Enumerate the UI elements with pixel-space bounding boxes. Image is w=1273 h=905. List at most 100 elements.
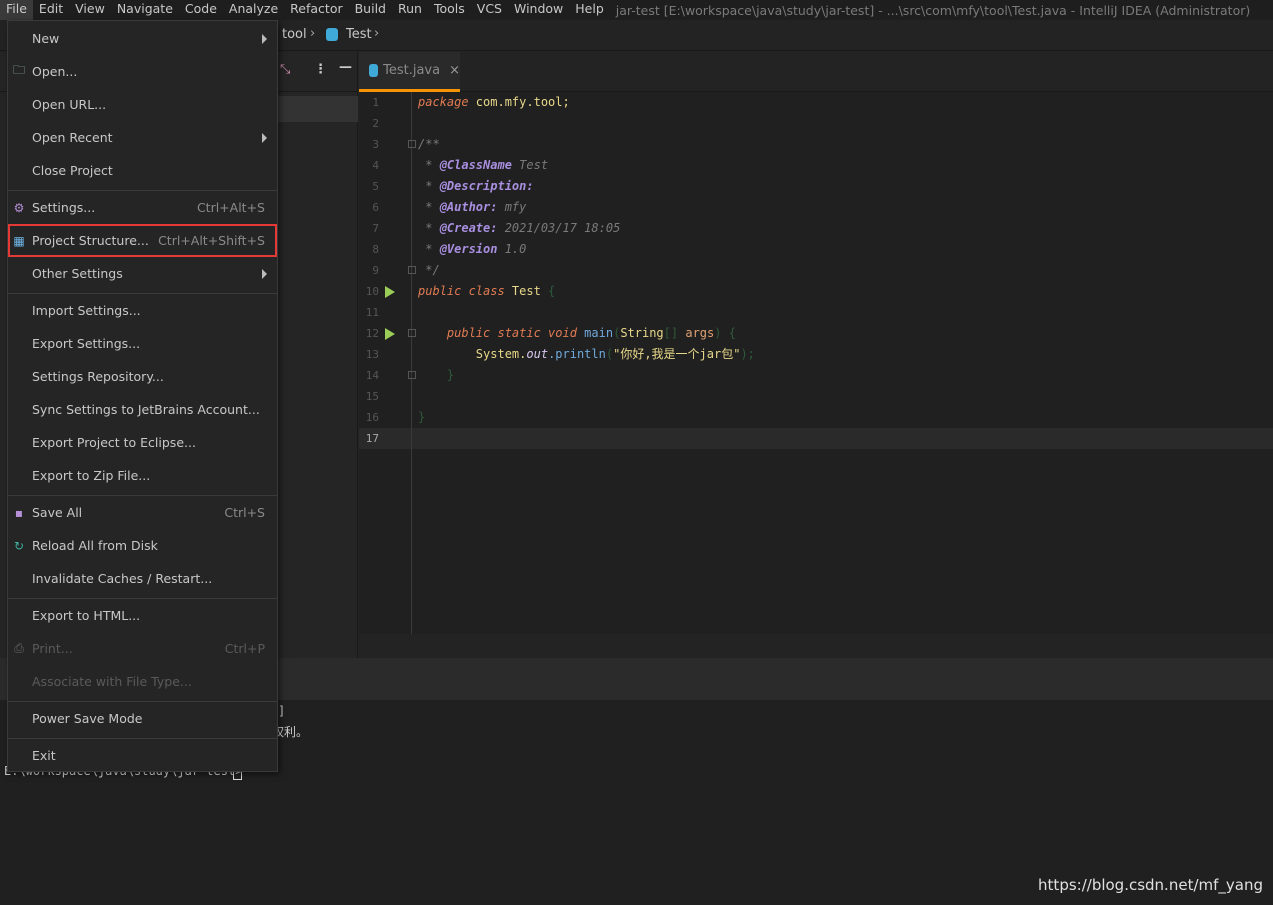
code-line: public static void main(String[] args) {	[418, 326, 736, 340]
menu-item-label: Sync Settings to JetBrains Account...	[32, 402, 260, 417]
line-number: 12	[365, 327, 379, 340]
shortcut: Ctrl+Alt+S	[196, 200, 265, 215]
code-editor[interactable]: 1 2 3 4 5 6 7 8 9 10 11 12 13 14 15 16 17 package com.mf…	[359, 92, 1273, 634]
menu-item-exit[interactable]: Exit	[8, 739, 277, 772]
menu-edit[interactable]: Edit	[33, 0, 69, 20]
menu-item-export-settings[interactable]: Export Settings...	[8, 327, 277, 360]
code-line: public class Test {	[418, 284, 556, 298]
menu-item-label: Export Settings...	[32, 336, 141, 351]
line-number: 5	[372, 180, 379, 193]
menu-item-open[interactable]: 🗀 Open...	[8, 55, 277, 88]
menu-item-other-settings[interactable]: Other Settings	[8, 257, 277, 290]
shortcut: Ctrl+S	[224, 505, 265, 520]
menu-bar: File Edit View Navigate Code Analyze Refactor B…	[0, 0, 1273, 20]
menu-code[interactable]: Code	[179, 0, 223, 20]
selected-tree-row[interactable]	[278, 96, 358, 122]
fold-icon[interactable]	[408, 140, 416, 148]
tab-test-java[interactable]: Test.java ×	[359, 52, 460, 92]
menu-item-label: Exit	[32, 748, 56, 763]
minimize-icon[interactable]: —	[339, 60, 352, 75]
line-number: 10	[365, 285, 379, 298]
fold-icon[interactable]	[408, 266, 416, 274]
java-class-icon	[326, 28, 338, 41]
menu-analyze[interactable]: Analyze	[223, 0, 284, 20]
menu-help[interactable]: Help	[569, 0, 610, 20]
gear-icon: ⚙	[13, 200, 25, 215]
line-number: 3	[372, 138, 379, 151]
menu-item-settings-repository[interactable]: Settings Repository...	[8, 360, 277, 393]
line-number: 8	[372, 243, 379, 256]
fold-icon[interactable]	[408, 371, 416, 379]
code-line: /**	[418, 137, 440, 151]
menu-build[interactable]: Build	[349, 0, 392, 20]
reload-icon: ↻	[13, 538, 25, 553]
code-line: }	[418, 368, 455, 382]
menu-item-new[interactable]: New	[8, 22, 277, 55]
menu-run[interactable]: Run	[392, 0, 428, 20]
more-options-icon[interactable]: ⋮	[314, 62, 327, 77]
menu-item-label: Close Project	[32, 163, 113, 178]
menu-item-label: Other Settings	[32, 266, 123, 281]
line-number: 15	[365, 390, 379, 403]
menu-refactor[interactable]: Refactor	[284, 0, 348, 20]
menu-item-label: Open...	[32, 64, 78, 79]
watermark: https://blog.csdn.net/mf_yang	[1038, 876, 1263, 894]
breadcrumb-tool[interactable]: tool	[282, 27, 307, 42]
menu-file[interactable]: File	[0, 0, 33, 20]
menu-tools[interactable]: Tools	[428, 0, 471, 20]
menu-item-print[interactable]: ⎙ Print... Ctrl+P	[8, 632, 277, 665]
menu-item-label: Export Project to Eclipse...	[32, 435, 196, 450]
run-icon[interactable]	[385, 286, 395, 298]
java-class-icon	[369, 64, 379, 77]
chevron-right-icon: ›	[374, 26, 380, 41]
menu-vcs[interactable]: VCS	[471, 0, 508, 20]
code-line: * @Author: mfy	[418, 200, 527, 214]
line-number: 2	[372, 117, 379, 130]
line-number: 14	[365, 369, 379, 382]
menu-item-reload-all-from-disk[interactable]: ↻ Reload All from Disk	[8, 529, 277, 562]
menu-item-open-url[interactable]: Open URL...	[8, 88, 277, 121]
menu-item-save-all[interactable]: ▪ Save All Ctrl+S	[8, 496, 277, 529]
menu-item-label: Import Settings...	[32, 303, 141, 318]
menu-item-label: Save All	[32, 505, 83, 520]
line-number: 17	[365, 432, 379, 445]
menu-item-export-project-to-eclipse[interactable]: Export Project to Eclipse...	[8, 426, 277, 459]
menu-item-label: Reload All from Disk	[32, 538, 158, 553]
menu-item-open-recent[interactable]: Open Recent	[8, 121, 277, 154]
menu-item-import-settings[interactable]: Import Settings...	[8, 294, 277, 327]
run-icon[interactable]	[385, 328, 395, 340]
menu-item-power-save-mode[interactable]: Power Save Mode	[8, 702, 277, 735]
menu-item-export-to-html[interactable]: Export to HTML...	[8, 599, 277, 632]
menu-item-associate-with-file-type[interactable]: Associate with File Type...	[8, 665, 277, 698]
gutter: 1 2 3 4 5 6 7 8 9 10 11 12 13 14 15 16 17	[359, 92, 412, 634]
menu-item-sync-settings-to-jetbrains-account[interactable]: Sync Settings to JetBrains Account...	[8, 393, 277, 426]
code-line: System.out.println("你好,我是一个jar包");	[418, 347, 755, 361]
menu-item-label: Open Recent	[32, 130, 113, 145]
file-menu: New 🗀 Open... Open URL... Open Recent Close P…	[7, 20, 278, 772]
code-line: package com.mfy.tool;	[418, 95, 570, 109]
breadcrumb-test[interactable]: Test	[346, 27, 372, 42]
line-number: 16	[365, 411, 379, 424]
menu-item-close-project[interactable]: Close Project	[8, 154, 277, 187]
code-line: * @ClassName Test	[418, 158, 549, 172]
menu-item-label: New	[32, 31, 60, 46]
menu-item-project-structure[interactable]: ▦ Project Structure... Ctrl+Alt+Shift+S	[8, 224, 277, 257]
menu-view[interactable]: View	[69, 0, 111, 20]
menu-window[interactable]: Window	[508, 0, 569, 20]
collapse-icon[interactable]: ⤡	[280, 62, 290, 77]
menu-item-label: Settings...	[32, 200, 96, 215]
close-icon[interactable]: ×	[449, 63, 460, 78]
fold-icon[interactable]	[408, 329, 416, 337]
line-number: 6	[372, 201, 379, 214]
menu-navigate[interactable]: Navigate	[111, 0, 179, 20]
menu-item-label: Project Structure...	[32, 233, 149, 248]
tab-label: Test.java	[383, 63, 441, 78]
print-icon: ⎙	[14, 641, 24, 655]
menu-item-export-to-zip-file[interactable]: Export to Zip File...	[8, 459, 277, 492]
submenu-arrow-icon	[262, 132, 267, 143]
menu-item-invalidate-caches-restart[interactable]: Invalidate Caches / Restart...	[8, 562, 277, 595]
menu-item-settings[interactable]: ⚙ Settings... Ctrl+Alt+S	[8, 191, 277, 224]
submenu-arrow-icon	[262, 268, 267, 279]
editor-tabs: Test.java ×	[359, 52, 1273, 92]
code-line: * @Version 1.0	[418, 242, 527, 256]
